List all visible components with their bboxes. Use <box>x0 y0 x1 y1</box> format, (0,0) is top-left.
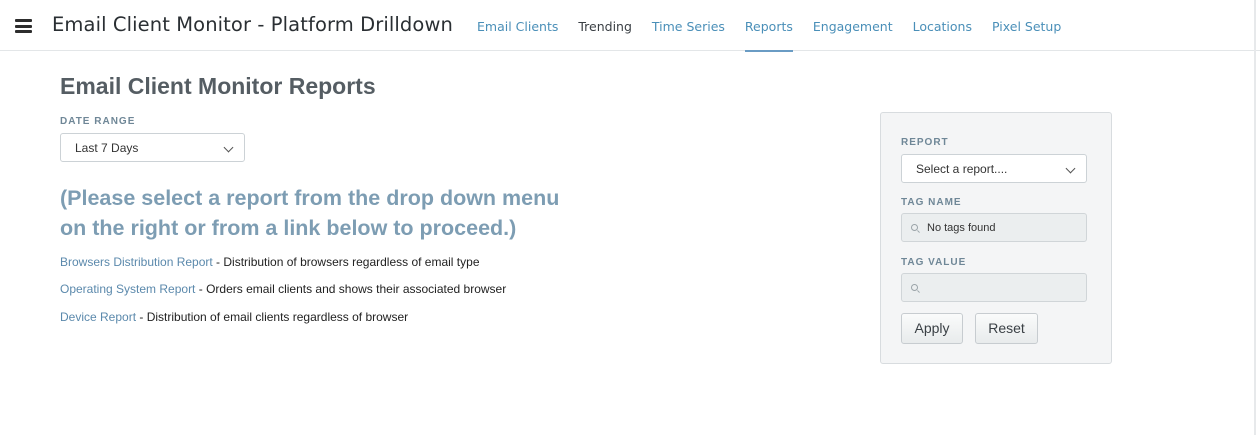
report-select-value: Select a report.... <box>916 162 1008 176</box>
tab-email-clients[interactable]: Email Clients <box>477 0 558 51</box>
prompt-line-1: (Please select a report from the drop do… <box>60 186 560 210</box>
app-title: Email Client Monitor - Platform Drilldow… <box>52 13 453 36</box>
nav-tabs: Email Clients Trending Time Series Repor… <box>477 0 1081 52</box>
tag-name-input[interactable]: No tags found <box>901 213 1087 242</box>
report-description: - Orders email clients and shows their a… <box>195 282 507 296</box>
date-range-value: Last 7 Days <box>75 141 139 155</box>
chevron-down-icon <box>1065 163 1076 174</box>
tag-value-label: TAG VALUE <box>901 257 967 268</box>
tab-reports[interactable]: Reports <box>744 0 793 52</box>
report-filter-panel: REPORT Select a report.... TAG NAME No t… <box>880 112 1112 364</box>
date-range-label: DATE RANGE <box>60 116 136 127</box>
tag-name-label: TAG NAME <box>901 197 962 208</box>
reset-button[interactable]: Reset <box>975 313 1038 344</box>
tab-trending[interactable]: Trending <box>578 0 632 51</box>
apply-button[interactable]: Apply <box>901 313 963 344</box>
search-icon <box>911 284 918 291</box>
search-icon <box>911 224 918 231</box>
hamburger-menu-icon[interactable] <box>15 19 32 33</box>
report-description: - Distribution of email clients regardle… <box>136 310 409 324</box>
browsers-distribution-report-link[interactable]: Browsers Distribution Report <box>60 255 213 269</box>
report-label: REPORT <box>901 137 949 148</box>
chevron-down-icon <box>223 142 234 153</box>
report-list-item: Device Report - Distribution of email cl… <box>60 310 408 324</box>
tab-pixel-setup[interactable]: Pixel Setup <box>992 0 1061 51</box>
tab-locations[interactable]: Locations <box>913 0 972 51</box>
top-navigation-bar: Email Client Monitor - Platform Drilldow… <box>0 0 1260 52</box>
report-description: - Distribution of browsers regardless of… <box>212 255 480 269</box>
report-select[interactable]: Select a report.... <box>901 154 1087 183</box>
report-list-item: Browsers Distribution Report - Distribut… <box>60 255 480 269</box>
operating-system-report-link[interactable]: Operating System Report <box>60 282 195 296</box>
tab-time-series[interactable]: Time Series <box>652 0 725 51</box>
report-list-item: Operating System Report - Orders email c… <box>60 282 506 296</box>
date-range-select[interactable]: Last 7 Days <box>60 133 245 162</box>
page-title: Email Client Monitor Reports <box>60 73 376 99</box>
tab-engagement[interactable]: Engagement <box>813 0 893 51</box>
tag-value-input[interactable] <box>901 273 1087 302</box>
prompt-line-2: on the right or from a link below to pro… <box>60 216 517 240</box>
window-edge-divider <box>1254 0 1256 435</box>
device-report-link[interactable]: Device Report <box>60 310 136 324</box>
select-report-prompt: (Please select a report from the drop do… <box>60 183 620 243</box>
tag-name-placeholder: No tags found <box>927 222 996 234</box>
